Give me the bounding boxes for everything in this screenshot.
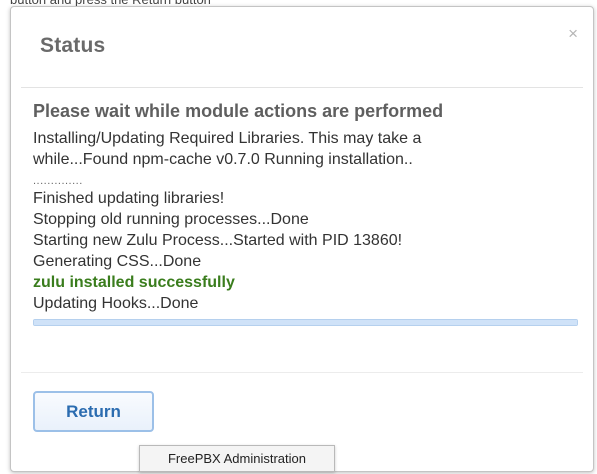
log-stopping: Stopping old running processes...Done [33,211,309,228]
header-divider [21,87,583,88]
log-installing-line-1: Installing/Updating Required Libraries. … [33,130,422,147]
tooltip: FreePBX Administration [139,445,335,472]
progress-bar [33,319,578,326]
log-hooks: Updating Hooks...Done [33,295,199,312]
log-finished: Finished updating libraries! [33,190,225,207]
log-success: zulu installed successfully [33,274,235,291]
dialog-body: Please wait while module actions are per… [33,100,581,326]
footer-divider [21,372,583,373]
log-dots: .............. [33,175,83,187]
return-button[interactable]: Return [33,391,154,432]
wait-heading: Please wait while module actions are per… [33,101,444,121]
log-starting: Starting new Zulu Process...Started with… [33,232,403,249]
log-installing-line-2: while...Found npm-cache v0.7.0 Running i… [33,151,413,168]
close-icon[interactable]: × [568,25,578,42]
log-css: Generating CSS...Done [33,253,202,270]
status-dialog: Status × Please wait while module action… [10,6,594,472]
progress-bar-fill [34,320,577,325]
dialog-title: Status [40,34,106,57]
